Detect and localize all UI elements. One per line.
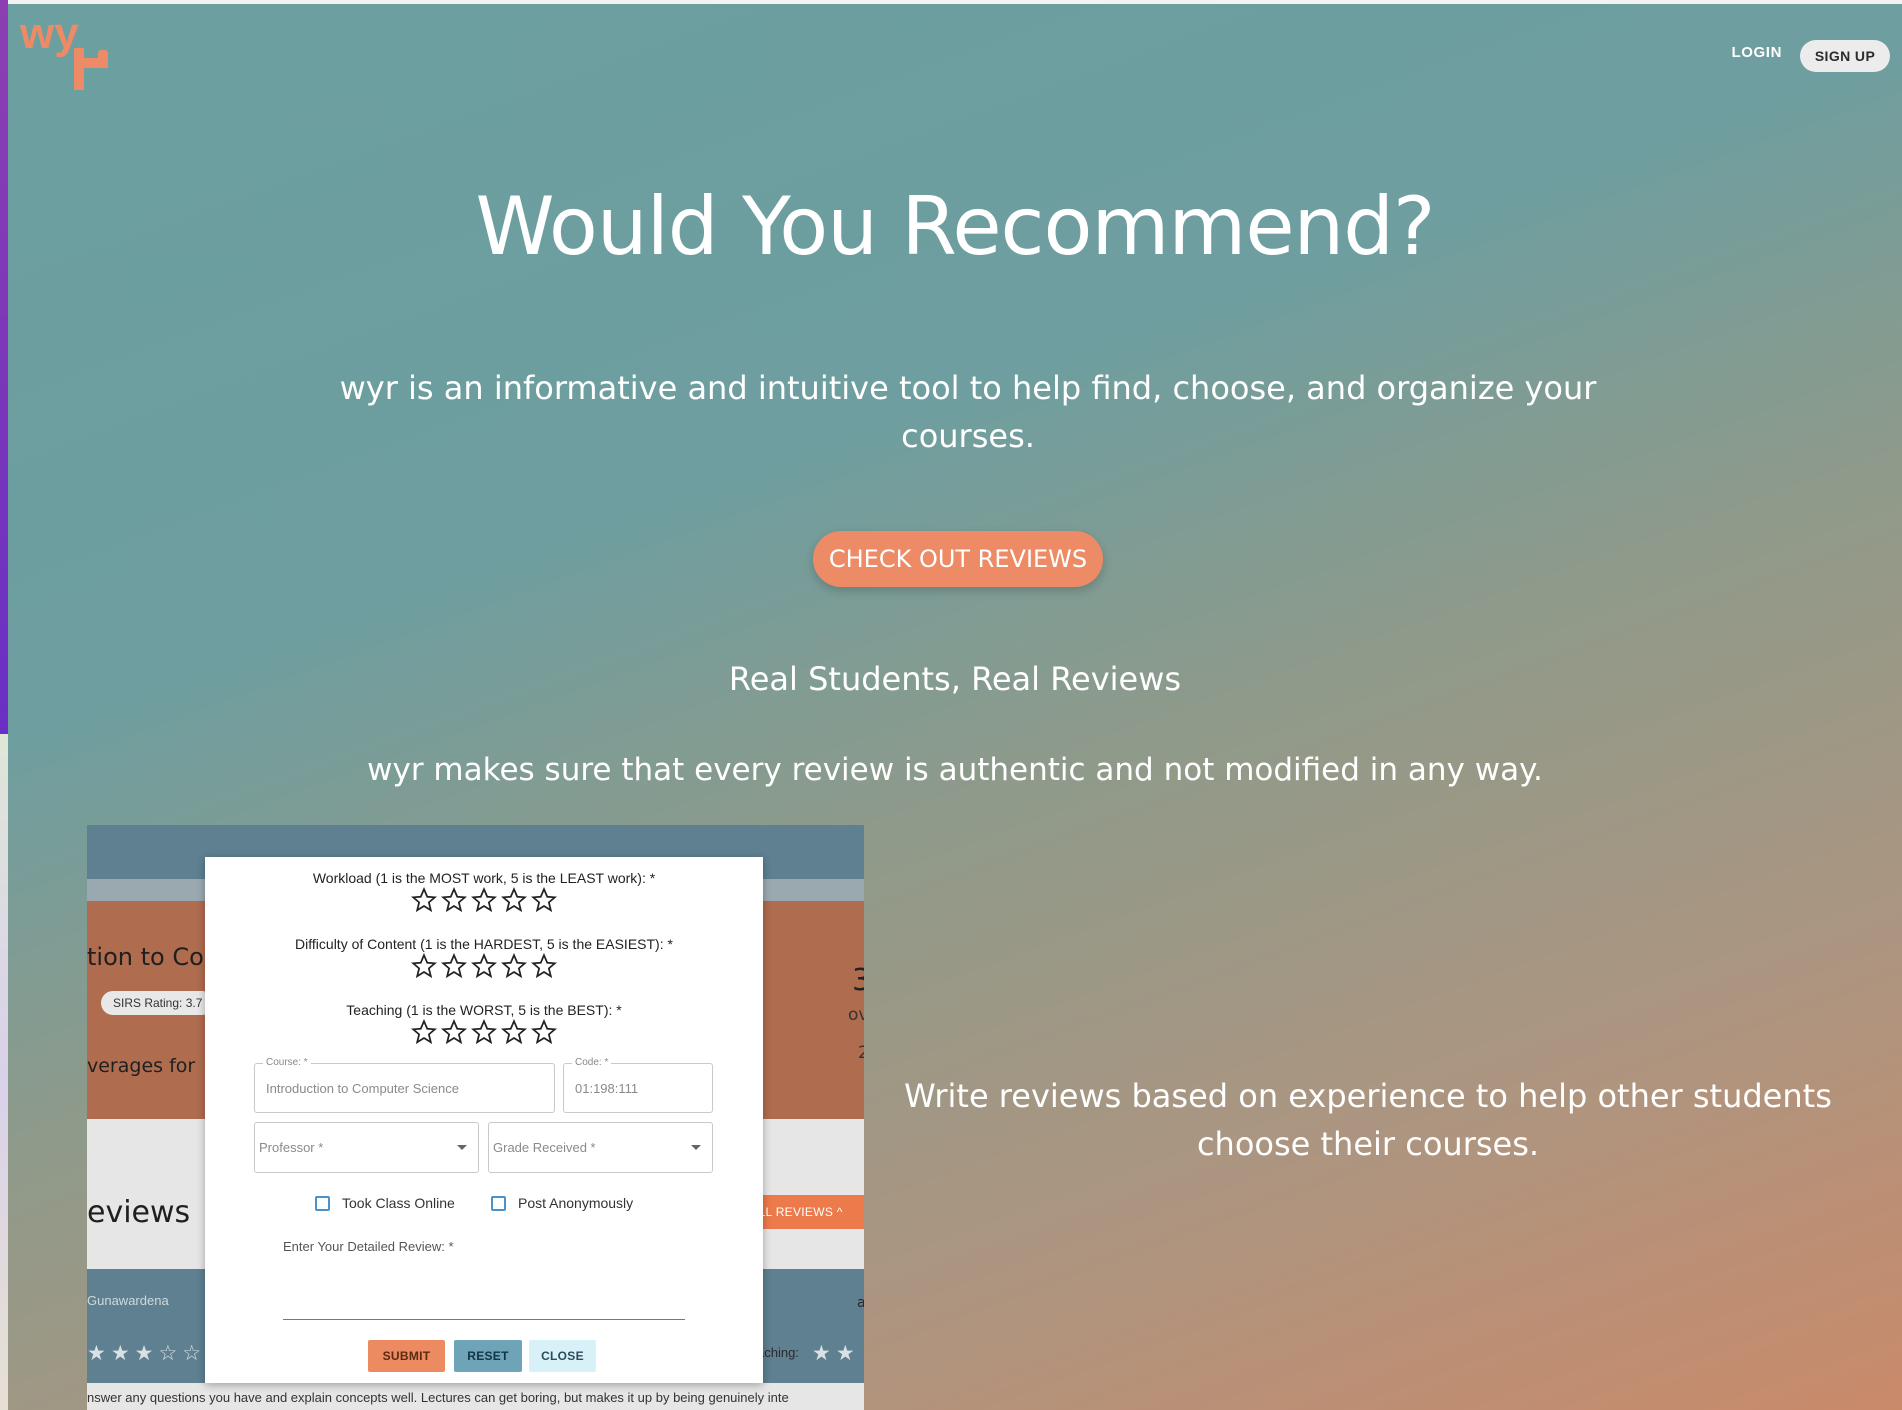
course-field-value: Introduction to Computer Science xyxy=(266,1081,459,1096)
secondary-score: 2 xyxy=(858,1043,864,1063)
star-outline-icon[interactable] xyxy=(531,953,557,979)
section-text: wyr makes sure that every review is auth… xyxy=(367,752,1543,788)
review-stars: ★★★☆☆ xyxy=(87,1341,207,1365)
check-out-reviews-button[interactable]: CHECK OUT REVIEWS xyxy=(813,531,1103,587)
reviewer-name: Gunawardena xyxy=(87,1293,169,1308)
code-field-label: Code: * xyxy=(572,1057,612,1068)
wyr-logo[interactable]: wy xyxy=(16,10,112,96)
reset-button[interactable]: RESET xyxy=(454,1340,522,1372)
left-window-edge xyxy=(0,0,8,734)
star-outline-icon[interactable] xyxy=(411,887,437,913)
hero-subtitle: wyr is an informative and intuitive tool… xyxy=(339,369,1597,455)
star-outline-icon[interactable] xyxy=(441,887,467,913)
star-outline-icon[interactable] xyxy=(441,953,467,979)
submit-button[interactable]: SUBMIT xyxy=(368,1340,445,1372)
close-button[interactable]: CLOSE xyxy=(529,1340,596,1372)
course-field-label: Course: * xyxy=(263,1057,311,1068)
review-text: nswer any questions you have and explain… xyxy=(87,1390,789,1405)
chevron-down-icon xyxy=(457,1145,467,1150)
teaching-rating-label: Teaching (1 is the WORST, 5 is the BEST)… xyxy=(346,1002,622,1018)
teaching-stars: ★★ xyxy=(812,1341,860,1365)
code-field-value: 01:198:111 xyxy=(575,1081,639,1096)
overall-label: ov xyxy=(848,1005,864,1025)
teaching-label: aching: xyxy=(757,1345,799,1360)
sirs-rating-badge: SIRS Rating: 3.7 xyxy=(101,991,215,1015)
teaching-rating-stars xyxy=(205,1019,763,1049)
course-field[interactable]: Course: * Introduction to Computer Scien… xyxy=(254,1057,555,1113)
averages-label: verages for xyxy=(87,1055,196,1077)
star-outline-icon[interactable] xyxy=(531,887,557,913)
review-textarea[interactable] xyxy=(283,1319,685,1320)
code-field[interactable]: Code: * 01:198:111 xyxy=(563,1057,713,1113)
professor-placeholder: Professor * xyxy=(259,1140,324,1155)
reviews-heading: eviews xyxy=(87,1195,191,1230)
star-outline-icon[interactable] xyxy=(501,1019,527,1045)
star-outline-icon[interactable] xyxy=(471,953,497,979)
took-online-checkbox[interactable]: Took Class Online xyxy=(315,1195,455,1211)
checkbox-icon[interactable] xyxy=(315,1195,330,1211)
left-window-edge-lower xyxy=(0,734,8,1410)
landing-hero: wy LOGIN SIGN UP Would You Recommend? wy… xyxy=(8,4,1902,1410)
took-online-label: Took Class Online xyxy=(342,1195,455,1211)
chevron-down-icon xyxy=(691,1145,701,1150)
overall-score: 3. xyxy=(852,963,864,998)
star-outline-icon[interactable] xyxy=(411,1019,437,1045)
signup-button[interactable]: SIGN UP xyxy=(1800,40,1890,72)
difficulty-label: Difficulty of Content (1 is the HARDEST,… xyxy=(295,936,673,952)
write-review-modal: Workload (1 is the MOST work, 5 is the L… xyxy=(205,857,763,1383)
review-form-screenshot: tion to Cor SIRS Rating: 3.7 verages for… xyxy=(87,825,864,1410)
workload-stars xyxy=(205,887,763,917)
course-title: tion to Cor xyxy=(87,943,214,971)
star-outline-icon[interactable] xyxy=(531,1019,557,1045)
professor-select[interactable]: Professor * xyxy=(254,1122,479,1173)
svg-text:wy: wy xyxy=(19,10,79,58)
checkbox-icon[interactable] xyxy=(491,1195,506,1211)
star-outline-icon[interactable] xyxy=(471,887,497,913)
star-outline-icon[interactable] xyxy=(471,1019,497,1045)
difficulty-stars xyxy=(205,953,763,983)
page-title: Would You Recommend? xyxy=(475,180,1436,273)
feature-description: Write reviews based on experience to hel… xyxy=(904,1077,1832,1163)
login-button[interactable]: LOGIN xyxy=(1732,44,1783,61)
post-anonymously-label: Post Anonymously xyxy=(518,1195,634,1211)
grade-placeholder: Grade Received * xyxy=(493,1140,596,1155)
review-meta: a xyxy=(857,1295,864,1311)
post-anonymously-checkbox[interactable]: Post Anonymously xyxy=(491,1195,633,1211)
star-outline-icon[interactable] xyxy=(501,953,527,979)
review-textarea-label: Enter Your Detailed Review: * xyxy=(283,1239,454,1254)
grade-select[interactable]: Grade Received * xyxy=(488,1122,713,1173)
star-outline-icon[interactable] xyxy=(501,887,527,913)
star-outline-icon[interactable] xyxy=(441,1019,467,1045)
section-heading: Real Students, Real Reviews xyxy=(728,660,1182,698)
workload-label: Workload (1 is the MOST work, 5 is the L… xyxy=(312,870,656,886)
star-outline-icon[interactable] xyxy=(411,953,437,979)
